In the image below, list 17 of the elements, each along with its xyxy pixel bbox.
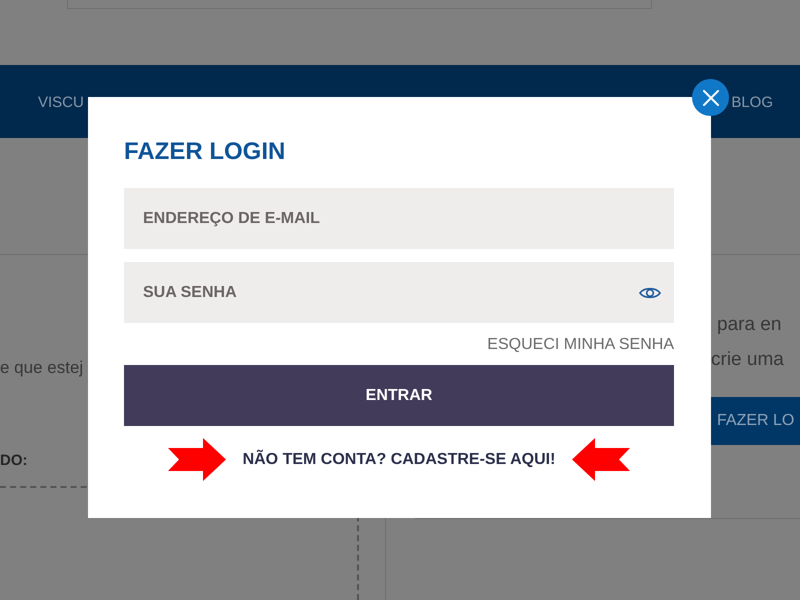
- section-label: DO:: [0, 451, 28, 471]
- body-text: e que estej: [0, 357, 84, 379]
- password-field[interactable]: SUA SENHA: [124, 262, 674, 323]
- arrow-icon: [168, 438, 226, 481]
- login-button[interactable]: FAZER LO: [711, 397, 800, 445]
- register-link[interactable]: NÃO TEM CONTA? CADASTRE-SE AQUI!: [242, 448, 556, 472]
- nav-link[interactable]: VISCU: [38, 93, 84, 113]
- eye-icon[interactable]: [639, 286, 661, 300]
- nav-link[interactable]: BLOG: [731, 93, 773, 113]
- arrow-icon: [572, 438, 630, 481]
- submit-button[interactable]: ENTRAR: [124, 365, 674, 426]
- close-icon: [702, 90, 718, 106]
- dialog-title: FAZER LOGIN: [124, 137, 286, 167]
- email-field[interactable]: ENDEREÇO DE E-MAIL: [124, 188, 674, 249]
- body-text: crie uma: [711, 348, 784, 372]
- forgot-password-link[interactable]: ESQUECI MINHA SENHA: [487, 336, 674, 353]
- body-text: para en: [717, 313, 782, 337]
